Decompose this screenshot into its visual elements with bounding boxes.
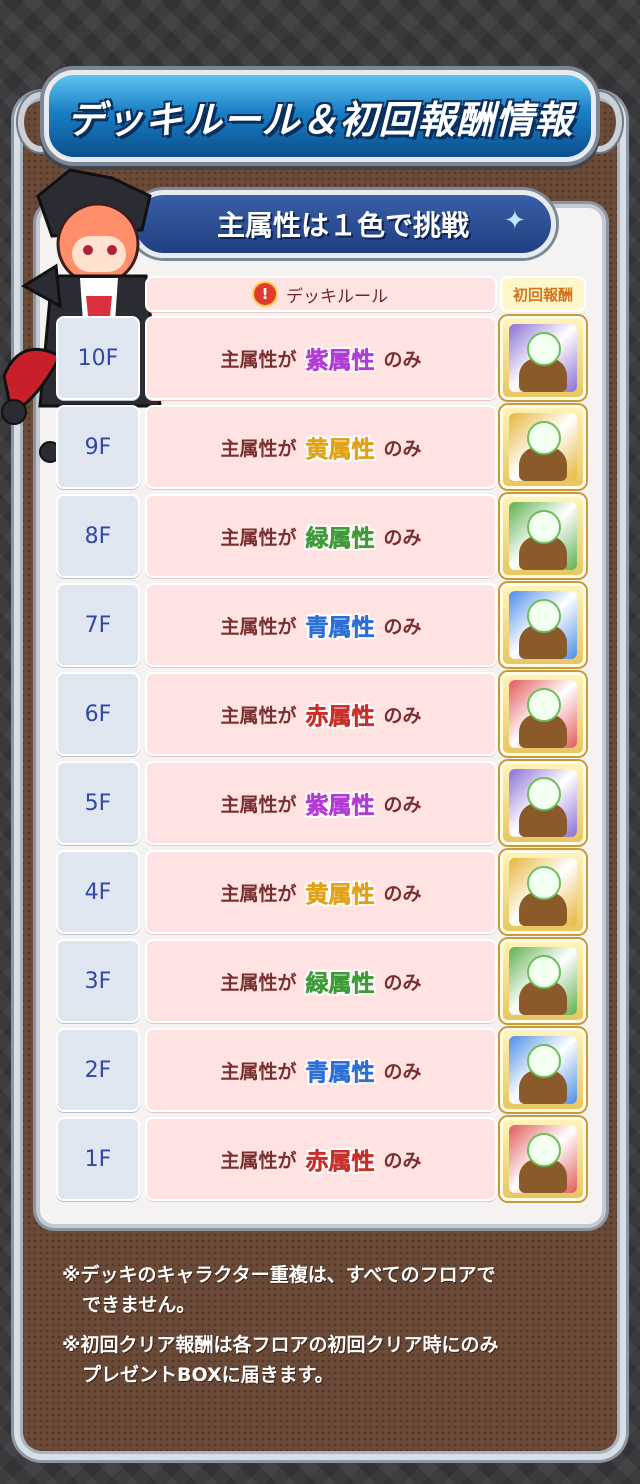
rule-prefix: 主属性が (220, 793, 297, 816)
floor-row: 2F 主属性が 青属性 のみ (56, 1028, 586, 1112)
reward-egg-icon (509, 324, 577, 392)
floor-label: 6F (56, 672, 140, 756)
rule-prefix: 主属性が (220, 882, 297, 905)
floor-label: 10F (56, 316, 140, 400)
attribute-label: 紫属性 (305, 793, 375, 820)
notes: ※デッキのキャラクター重複は、すべてのフロアで できません。 ※初回クリア報酬は… (62, 1260, 582, 1400)
rule-suffix: のみ (383, 704, 422, 727)
floor-row: 10F 主属性が 紫属性 のみ (56, 316, 586, 400)
sparkle-icon: ✦ (504, 206, 526, 236)
first-reward-header-label: 初回報酬 (512, 285, 573, 304)
rule-cell: 主属性が 紫属性 のみ (145, 316, 497, 400)
reward-egg-icon (509, 1125, 577, 1193)
attribute-label: 緑属性 (305, 526, 375, 553)
rule-suffix: のみ (383, 615, 422, 638)
attribute-label: 緑属性 (305, 971, 375, 998)
rule-cell: 主属性が 赤属性 のみ (145, 1117, 497, 1201)
floor-row: 9F 主属性が 黄属性 のみ (56, 405, 586, 489)
reward-egg-icon (509, 947, 577, 1015)
floor-label: 4F (56, 850, 140, 934)
attribute-label: 赤属性 (305, 704, 375, 731)
reward-item[interactable] (500, 1028, 586, 1112)
rule-suffix: のみ (383, 882, 422, 905)
first-reward-header: 初回報酬 (500, 276, 586, 312)
rule-prefix: 主属性が (220, 526, 297, 549)
note-2-line-1: ※初回クリア報酬は各フロアの初回クリア時にのみ (62, 1334, 499, 1356)
reward-item[interactable] (500, 405, 586, 489)
rule-cell: 主属性が 緑属性 のみ (145, 494, 497, 578)
floor-label: 7F (56, 583, 140, 667)
warning-icon: ! (254, 283, 276, 305)
floor-label: 2F (56, 1028, 140, 1112)
rule-prefix: 主属性が (220, 704, 297, 727)
reward-item[interactable] (500, 583, 586, 667)
page-title: デッキルール＆初回報酬情報 (66, 97, 574, 142)
reward-egg-icon (509, 591, 577, 659)
reward-egg-icon (509, 413, 577, 481)
reward-item[interactable] (500, 494, 586, 578)
floor-row: 6F 主属性が 赤属性 のみ (56, 672, 586, 756)
floor-label: 1F (56, 1117, 140, 1201)
reward-item[interactable] (500, 939, 586, 1023)
floor-row: 5F 主属性が 紫属性 のみ (56, 761, 586, 845)
rule-prefix: 主属性が (220, 437, 297, 460)
reward-item[interactable] (500, 316, 586, 400)
note-1-line-1: ※デッキのキャラクター重複は、すべてのフロアで (62, 1264, 496, 1286)
rule-prefix: 主属性が (220, 348, 297, 371)
floor-label: 5F (56, 761, 140, 845)
reward-item[interactable] (500, 672, 586, 756)
rule-suffix: のみ (383, 437, 422, 460)
note-2-line-2: プレゼントBOXに届きます。 (82, 1364, 334, 1386)
rule-cell: 主属性が 黄属性 のみ (145, 850, 497, 934)
rule-suffix: のみ (383, 793, 422, 816)
attribute-label: 紫属性 (305, 348, 375, 375)
reward-egg-icon (509, 858, 577, 926)
rule-suffix: のみ (383, 526, 422, 549)
attribute-label: 青属性 (305, 615, 375, 642)
reward-item[interactable] (500, 1117, 586, 1201)
rule-prefix: 主属性が (220, 615, 297, 638)
attribute-label: 黄属性 (305, 437, 375, 464)
rule-cell: 主属性が 青属性 のみ (145, 1028, 497, 1112)
rule-suffix: のみ (383, 1149, 422, 1172)
reward-egg-icon (509, 769, 577, 837)
attribute-label: 赤属性 (305, 1149, 375, 1176)
floor-label: 9F (56, 405, 140, 489)
note-1: ※デッキのキャラクター重複は、すべてのフロアで できません。 (62, 1260, 582, 1320)
rule-prefix: 主属性が (220, 1149, 297, 1172)
rule-suffix: のみ (383, 1060, 422, 1083)
rule-suffix: のみ (383, 348, 422, 371)
floor-row: 8F 主属性が 緑属性 のみ (56, 494, 586, 578)
deck-rule-header-label: デッキルール (286, 286, 388, 307)
floor-row: 3F 主属性が 緑属性 のみ (56, 939, 586, 1023)
rule-cell: 主属性が 紫属性 のみ (145, 761, 497, 845)
deck-rule-header: ! デッキルール (145, 276, 497, 312)
subtitle-banner: 主属性は１色で挑戦 (130, 190, 556, 258)
rule-cell: 主属性が 青属性 のみ (145, 583, 497, 667)
reward-egg-icon (509, 680, 577, 748)
reward-item[interactable] (500, 761, 586, 845)
rule-cell: 主属性が 緑属性 のみ (145, 939, 497, 1023)
floor-row: 4F 主属性が 黄属性 のみ (56, 850, 586, 934)
title-banner: デッキルール＆初回報酬情報 (44, 70, 596, 162)
rule-prefix: 主属性が (220, 1060, 297, 1083)
note-2: ※初回クリア報酬は各フロアの初回クリア時にのみ プレゼントBOXに届きます。 (62, 1330, 582, 1390)
attribute-label: 青属性 (305, 1060, 375, 1087)
rule-cell: 主属性が 赤属性 のみ (145, 672, 497, 756)
floor-row: 1F 主属性が 赤属性 のみ (56, 1117, 586, 1201)
reward-egg-icon (509, 1036, 577, 1104)
floor-row: 7F 主属性が 青属性 のみ (56, 583, 586, 667)
attribute-label: 黄属性 (305, 882, 375, 909)
floor-label: 3F (56, 939, 140, 1023)
reward-egg-icon (509, 502, 577, 570)
rule-suffix: のみ (383, 971, 422, 994)
note-1-line-2: できません。 (82, 1294, 196, 1316)
floor-label: 8F (56, 494, 140, 578)
subtitle: 主属性は１色で挑戦 (216, 209, 469, 242)
rule-prefix: 主属性が (220, 971, 297, 994)
reward-item[interactable] (500, 850, 586, 934)
rule-cell: 主属性が 黄属性 のみ (145, 405, 497, 489)
